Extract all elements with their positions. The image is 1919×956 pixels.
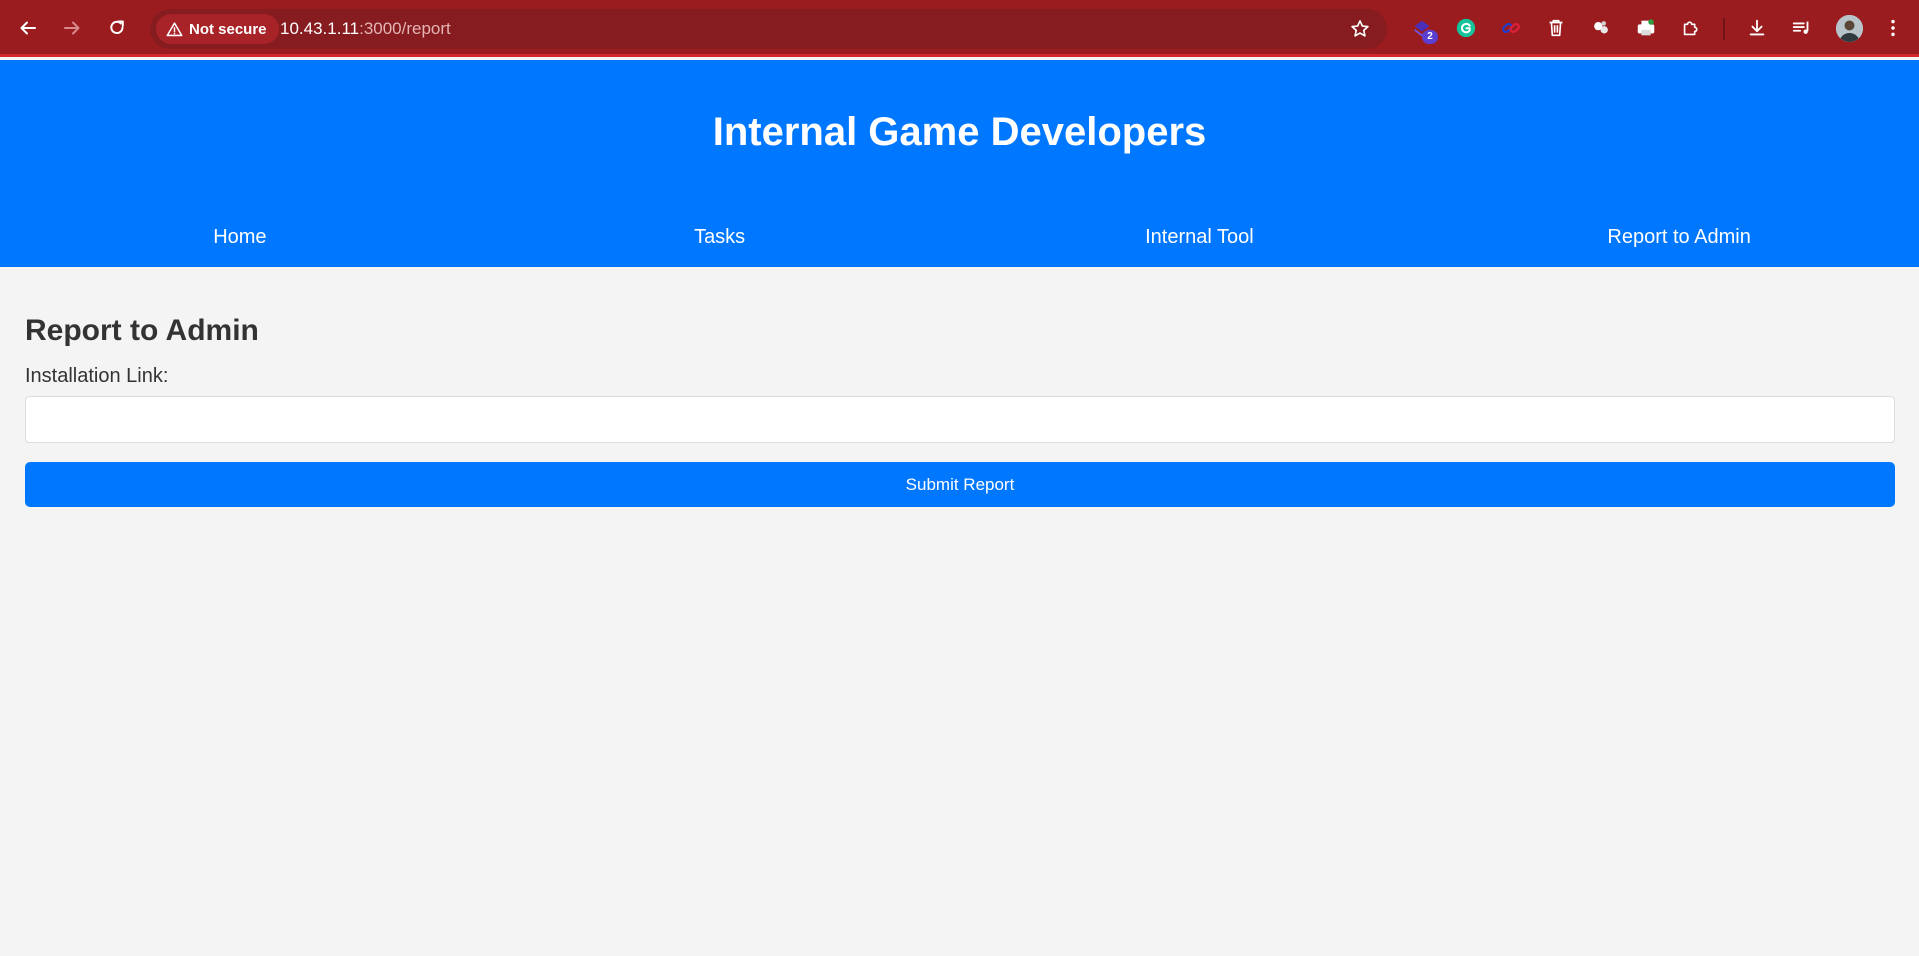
media-controls-button[interactable] <box>1789 15 1815 41</box>
page-title: Report to Admin <box>25 314 259 347</box>
reload-icon <box>110 20 124 34</box>
profile-avatar[interactable] <box>1836 15 1863 42</box>
nav-report-to-admin[interactable]: Report to Admin <box>1439 213 1919 261</box>
url-text[interactable]: 10.43.1.11:3000/report <box>280 19 451 39</box>
security-indicator[interactable]: Not secure <box>156 14 279 44</box>
extension-button[interactable]: 2 <box>1409 15 1438 44</box>
arrow-right-icon <box>64 21 80 35</box>
printer-icon <box>1637 19 1655 36</box>
nav-home[interactable]: Home <box>0 213 480 261</box>
grammarly-extension[interactable] <box>1453 15 1479 41</box>
nav-tasks[interactable]: Tasks <box>480 213 960 261</box>
address-bar[interactable]: Not secure 10.43.1.11:3000/report <box>150 9 1387 49</box>
extension-badge: 2 <box>1422 30 1438 44</box>
trash-extension[interactable] <box>1543 15 1569 41</box>
link-extension[interactable] <box>1498 15 1524 41</box>
back-button[interactable] <box>12 12 44 44</box>
forward-button[interactable] <box>56 12 88 44</box>
site-title: Internal Game Developers <box>712 110 1207 154</box>
bookmark-star-icon[interactable] <box>1349 18 1371 40</box>
printer-extension[interactable] <box>1633 15 1659 41</box>
download-icon <box>1749 19 1765 36</box>
toolbar-divider <box>1723 18 1725 40</box>
playlist-music-icon <box>1792 21 1809 34</box>
report-form: Installation Link: Submit Report <box>25 365 1895 507</box>
url-host: 10.43.1.11 <box>280 19 360 38</box>
trash-icon <box>1549 19 1563 37</box>
reload-button[interactable] <box>101 12 133 44</box>
report-section: Report to Admin Installation Link: Submi… <box>25 267 1895 507</box>
kebab-menu-icon <box>1891 19 1895 37</box>
downloads-button[interactable] <box>1744 15 1770 41</box>
submit-report-button[interactable]: Submit Report <box>25 462 1895 507</box>
arrow-left-icon <box>20 21 36 35</box>
url-path: :3000/report <box>359 19 451 38</box>
warning-icon <box>166 21 183 36</box>
installation-link-input[interactable] <box>25 396 1895 443</box>
site-header: Internal Game Developers Home Tasks Inte… <box>0 60 1919 267</box>
browser-toolbar: Not secure 10.43.1.11:3000/report 2 <box>0 0 1919 57</box>
main-nav: Home Tasks Internal Tool Report to Admin <box>0 213 1919 261</box>
user-avatar-icon <box>1836 15 1863 42</box>
security-label: Not secure <box>189 20 267 38</box>
grammarly-icon <box>1456 18 1476 38</box>
puzzle-icon <box>1683 21 1698 36</box>
bubbles-extension[interactable] <box>1588 15 1614 41</box>
nav-internal-tool[interactable]: Internal Tool <box>960 213 1440 261</box>
extensions-menu-button[interactable] <box>1678 15 1704 41</box>
installation-link-label: Installation Link: <box>25 365 169 387</box>
circles-icon <box>1594 21 1608 34</box>
browser-menu-button[interactable] <box>1880 15 1906 41</box>
link-icon <box>1502 22 1520 34</box>
